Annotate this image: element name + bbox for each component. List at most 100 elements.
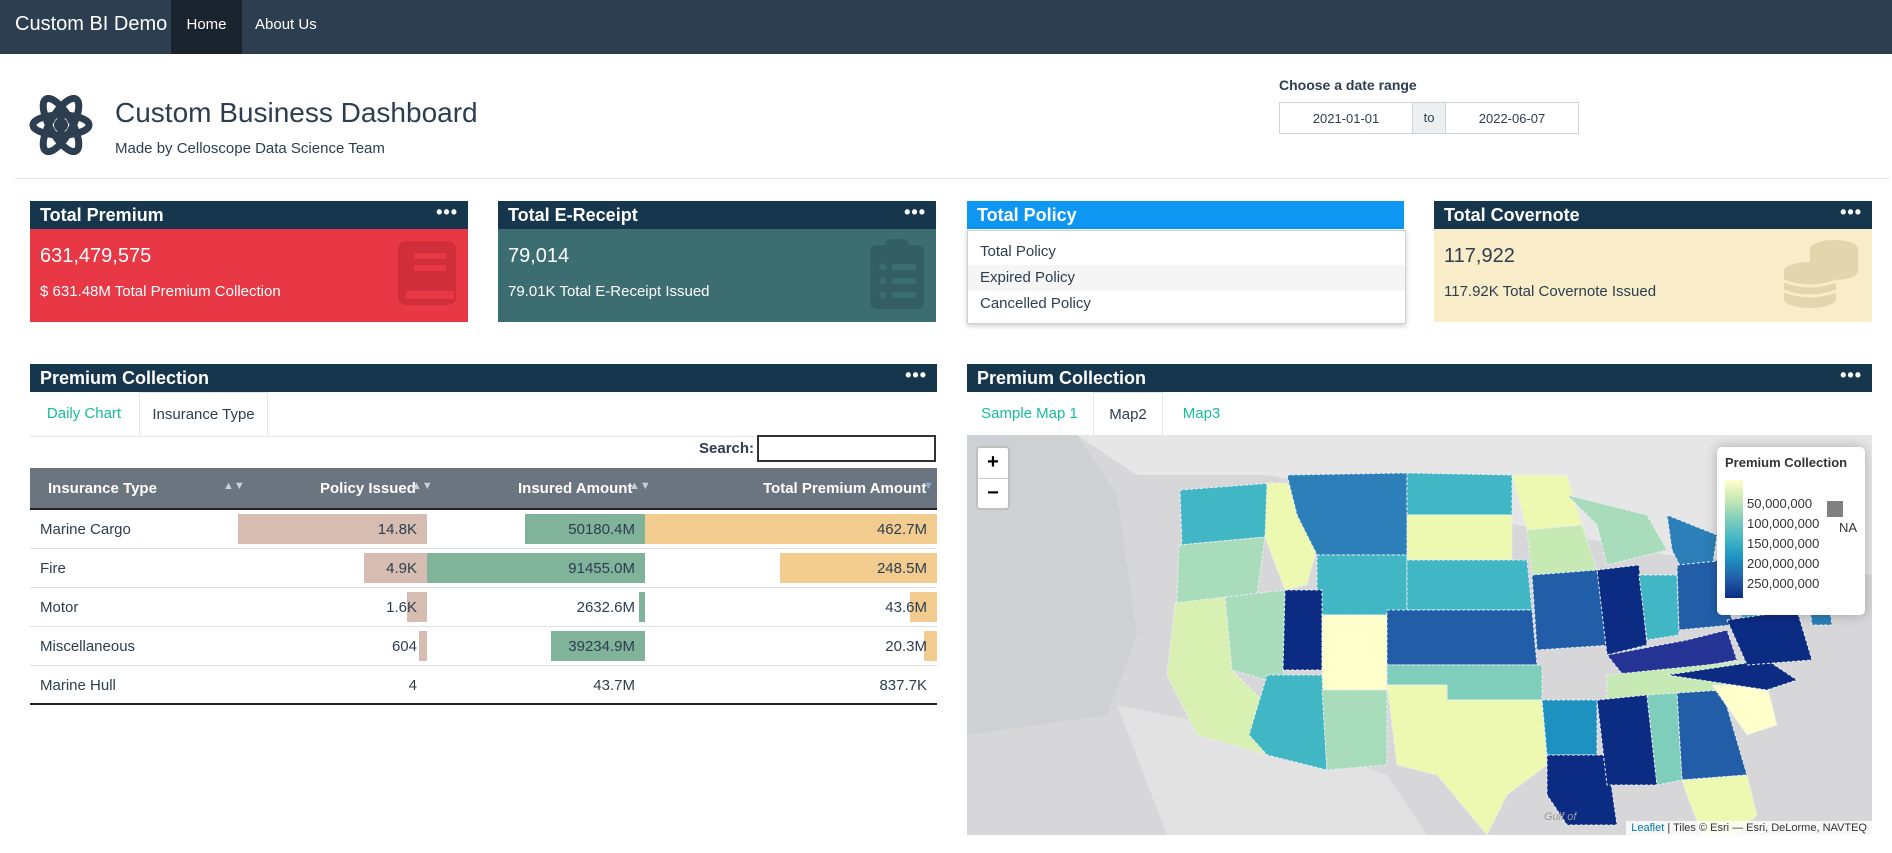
- card-menu-button[interactable]: •••: [436, 202, 458, 223]
- cell-insured-amount: 39234.9M: [568, 638, 635, 655]
- legend-color-scale: [1725, 480, 1743, 598]
- table-row: Fire 4.9K 91455.0M 248.5M: [30, 549, 937, 588]
- coins-icon: [1783, 240, 1858, 308]
- page-subtitle: Made by Celloscope Data Science Team: [115, 140, 385, 157]
- card-menu-button[interactable]: •••: [904, 202, 926, 223]
- legend-tick: 100,000,000: [1747, 516, 1820, 531]
- premium-collection-map-header: Premium Collection •••: [967, 364, 1872, 392]
- cell-insurance-type: Marine Hull: [40, 677, 116, 694]
- tab-map2[interactable]: Map2: [1093, 392, 1163, 436]
- cell-total-premium: 20.3M: [885, 638, 927, 655]
- legend-title: Premium Collection: [1725, 455, 1848, 470]
- panel-title: Premium Collection: [977, 368, 1147, 388]
- tab-insurance-type[interactable]: Insurance Type: [139, 392, 268, 436]
- sort-both-icon[interactable]: ▲▼: [411, 480, 433, 492]
- header-divider: [15, 178, 1889, 179]
- total-ereceipt-card-header: Total E-Receipt •••: [498, 201, 936, 229]
- cell-insured-amount-bar: [638, 592, 645, 622]
- dropdown-option-expired-policy[interactable]: Expired Policy: [968, 265, 1405, 291]
- date-range-label: Choose a date range: [1279, 77, 1417, 93]
- nav-about-link[interactable]: About Us: [255, 0, 317, 54]
- map-legend: Premium Collection 50,000,000 100,000,00…: [1717, 447, 1865, 615]
- left-panel-tabs: Daily Chart Insurance Type: [30, 392, 937, 437]
- card-title: Total Policy: [977, 205, 1077, 225]
- search-label: Search:: [699, 440, 755, 457]
- card-subtitle: 79.01K Total E-Receipt Issued: [508, 283, 710, 300]
- cell-insurance-type: Fire: [40, 560, 66, 577]
- cell-total-premium: 837.7K: [879, 677, 927, 694]
- cell-policy-issued: 604: [391, 638, 417, 655]
- cell-insured-amount: 43.7M: [593, 677, 635, 694]
- cell-total-premium: 462.7M: [876, 521, 927, 538]
- leaflet-link[interactable]: Leaflet: [1631, 822, 1664, 834]
- navbar: Custom BI Demo Home About Us: [0, 0, 1892, 54]
- table-header-row: Insurance Type ▲▼ Policy Issued ▲▼ Insur…: [30, 468, 937, 510]
- nav-home-link[interactable]: Home: [171, 0, 242, 54]
- table-row: Miscellaneous 604 39234.9M 20.3M: [30, 627, 937, 666]
- cell-insurance-type: Marine Cargo: [40, 521, 131, 538]
- tab-map3[interactable]: Map3: [1164, 392, 1239, 436]
- legend-tick: 200,000,000: [1747, 556, 1820, 571]
- card-menu-button[interactable]: •••: [1840, 202, 1862, 223]
- card-title: Total Covernote: [1444, 205, 1580, 225]
- column-header-total-premium-amount[interactable]: Total Premium Amount: [763, 480, 926, 497]
- card-value: 79,014: [508, 245, 570, 267]
- column-header-policy-issued[interactable]: Policy Issued: [320, 480, 416, 497]
- panel-title: Premium Collection: [40, 368, 210, 388]
- end-date-input[interactable]: 2022-06-07: [1445, 102, 1579, 134]
- legend-tick: 250,000,000: [1747, 576, 1820, 591]
- card-subtitle: $ 631.48M Total Premium Collection: [40, 283, 281, 300]
- legend-na-swatch: [1827, 501, 1843, 517]
- sort-descending-icon[interactable]: ▼: [923, 480, 934, 492]
- legend-tick: 50,000,000: [1747, 496, 1813, 511]
- cell-insured-amount: 91455.0M: [568, 560, 635, 577]
- sort-both-icon[interactable]: ▲▼: [223, 480, 245, 492]
- tab-sample-map-1[interactable]: Sample Map 1: [967, 392, 1092, 436]
- book-icon: [398, 241, 456, 305]
- total-premium-card-header: Total Premium •••: [30, 201, 468, 229]
- table-row: Marine Hull 4 43.7M 837.7K: [30, 666, 937, 705]
- total-ereceipt-value-box: 79,014 79.01K Total E-Receipt Issued: [498, 229, 936, 322]
- column-header-insured-amount[interactable]: Insured Amount: [518, 480, 632, 497]
- cell-policy-issued: 4.9K: [386, 560, 417, 577]
- table-row: Marine Cargo 14.8K 50180.4M 462.7M: [30, 510, 937, 549]
- column-header-insurance-type[interactable]: Insurance Type: [48, 480, 157, 497]
- legend-tick: 150,000,000: [1747, 536, 1820, 551]
- map-label-gulf: Gulf of: [1544, 811, 1577, 823]
- start-date-input[interactable]: 2021-01-01: [1279, 102, 1413, 134]
- panel-menu-button[interactable]: •••: [905, 365, 927, 386]
- zoom-out-button[interactable]: −: [978, 479, 1008, 509]
- choropleth-map[interactable]: + − Premium Collection 50,000,000 100,00…: [967, 435, 1872, 835]
- right-panel-tabs: Sample Map 1 Map2 Map3: [967, 392, 1872, 437]
- date-range-separator: to: [1413, 102, 1445, 134]
- dropdown-option-cancelled-policy[interactable]: Cancelled Policy: [968, 291, 1405, 317]
- total-covernote-card-header: Total Covernote •••: [1434, 201, 1872, 229]
- legend-na-label: NA: [1839, 520, 1858, 535]
- total-premium-value-box: 631,479,575 $ 631.48M Total Premium Coll…: [30, 229, 468, 322]
- page-title: Custom Business Dashboard: [115, 97, 478, 128]
- policy-type-dropdown: Total Policy Expired Policy Cancelled Po…: [967, 230, 1406, 324]
- panel-menu-button[interactable]: •••: [1840, 365, 1862, 386]
- total-covernote-value-box: 117,922 117.92K Total Covernote Issued: [1434, 229, 1872, 322]
- tiles-attribution: | Tiles © Esri — Esri, DeLorme, NAVTEQ: [1667, 822, 1867, 834]
- navbar-brand[interactable]: Custom BI Demo: [15, 13, 167, 36]
- zoom-in-button[interactable]: +: [978, 448, 1008, 479]
- card-value: 117,922: [1444, 245, 1515, 267]
- cell-total-premium: 43.6M: [885, 599, 927, 616]
- cell-policy-issued: 14.8K: [377, 521, 417, 538]
- total-policy-card-header[interactable]: Total Policy: [967, 201, 1404, 229]
- table-search-input[interactable]: [757, 435, 936, 462]
- table-row: Motor 1.6K 2632.6M 43.6M: [30, 588, 937, 627]
- cell-policy-issued-bar: [419, 631, 427, 661]
- tab-daily-chart[interactable]: Daily Chart: [30, 392, 138, 436]
- cell-policy-issued: 1.6K: [386, 599, 417, 616]
- premium-collection-table-header: Premium Collection •••: [30, 364, 937, 392]
- card-title: Total Premium: [40, 205, 164, 225]
- map-attribution: Leaflet | Tiles © Esri — Esri, DeLorme, …: [1626, 821, 1872, 835]
- card-value: 631,479,575: [40, 245, 152, 267]
- cell-policy-issued: 4: [408, 677, 417, 694]
- dropdown-option-total-policy[interactable]: Total Policy: [968, 239, 1405, 265]
- sort-both-icon[interactable]: ▲▼: [629, 480, 651, 492]
- cell-insurance-type: Motor: [40, 599, 79, 616]
- cell-total-premium: 248.5M: [876, 560, 927, 577]
